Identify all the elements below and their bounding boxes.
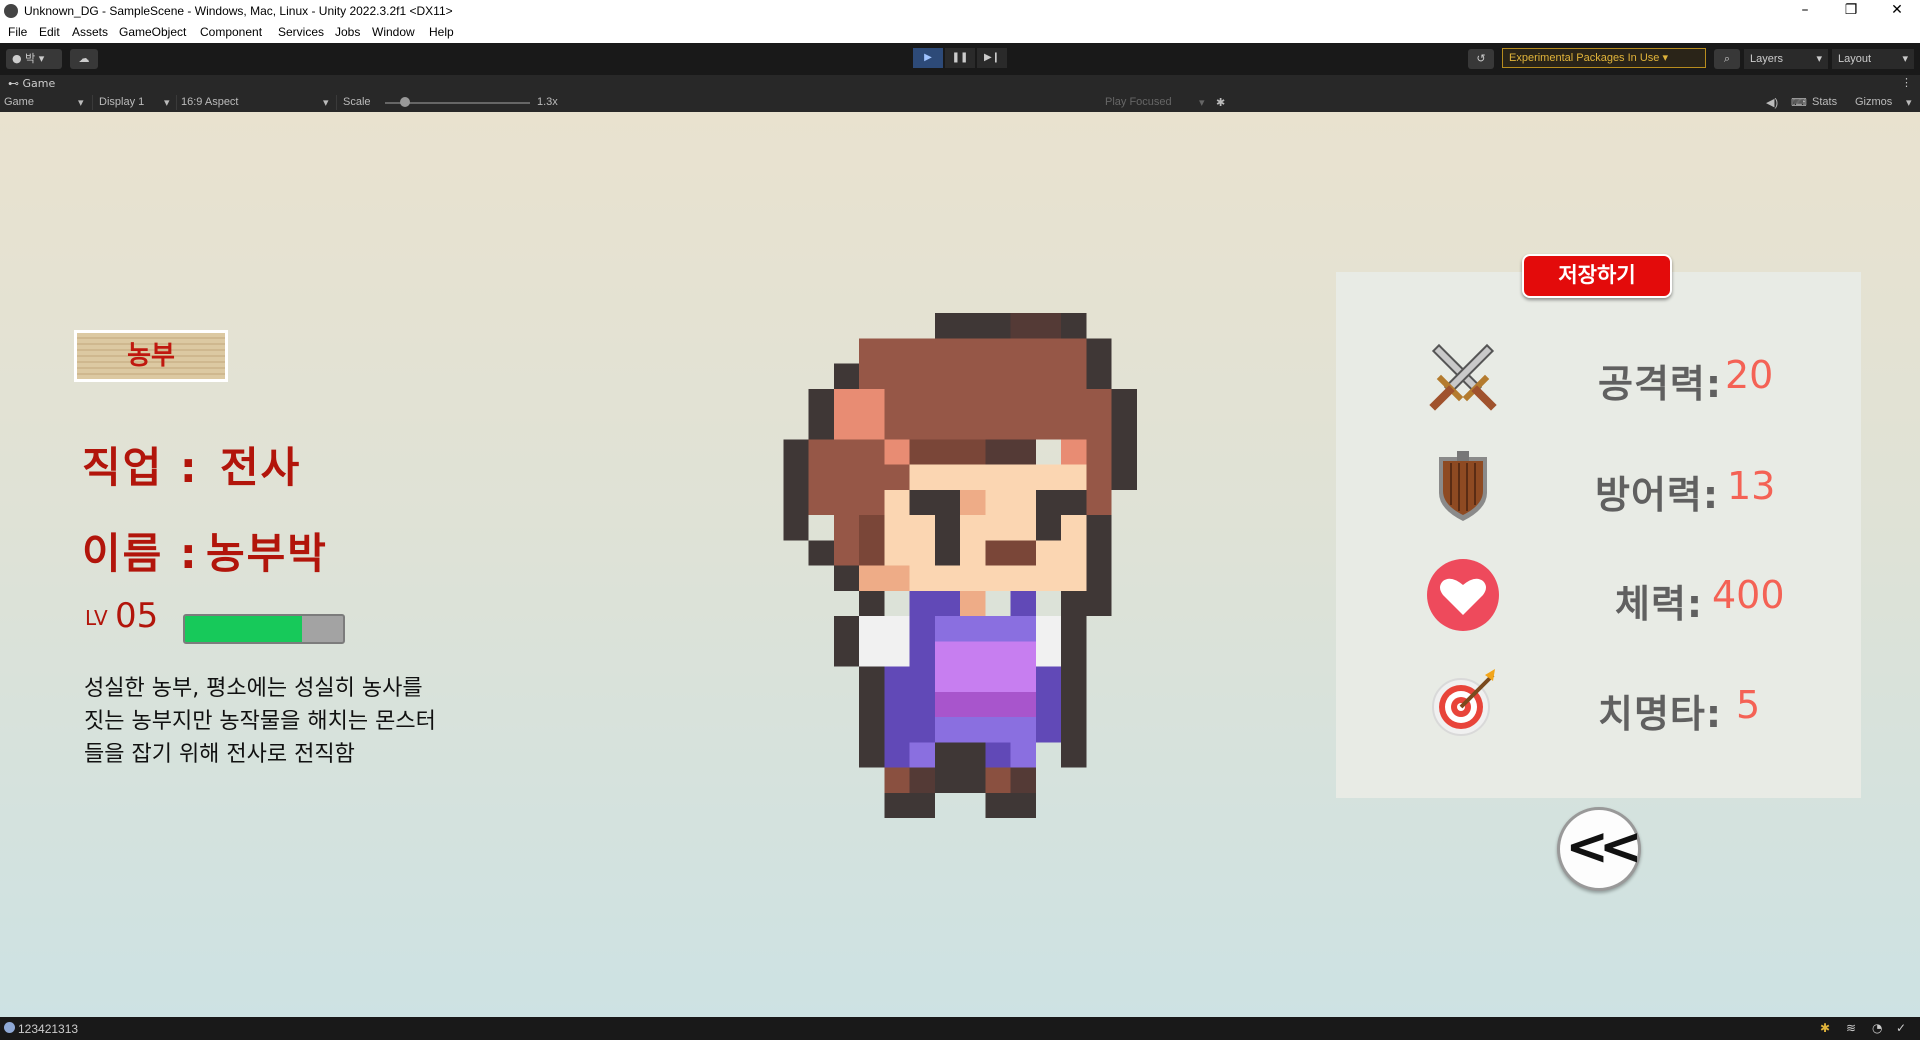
menu-bar: File Edit Assets GameObject Component Se… xyxy=(0,22,1920,43)
menu-services[interactable]: Services xyxy=(278,25,324,39)
crit-value: 5 xyxy=(1736,683,1761,727)
divider xyxy=(176,95,177,110)
game-view-toolbar: Game ▾ Display 1 ▾ 16:9 Aspect ▾ Scale 1… xyxy=(0,93,1920,112)
experience-bar xyxy=(183,614,345,644)
menu-component[interactable]: Component xyxy=(200,25,262,39)
display-dropdown[interactable]: Display 1 xyxy=(99,96,144,108)
attack-value: 20 xyxy=(1725,353,1774,397)
history-button[interactable]: ↺ xyxy=(1468,49,1494,69)
stats-button[interactable]: Stats xyxy=(1812,96,1837,108)
search-button[interactable]: ⌕ xyxy=(1714,49,1740,69)
back-button[interactable]: << xyxy=(1557,807,1643,891)
menu-file[interactable]: File xyxy=(8,25,27,39)
crit-label: 치명타: xyxy=(1598,692,1723,736)
game-view: 농부 직업 : 전사 이름 : 농부박 LV 05 성실한 농부, 평소에는 성… xyxy=(0,112,1920,1017)
chevron-down-icon: ▾ xyxy=(323,97,329,109)
chevron-down-icon: ▾ xyxy=(1816,53,1822,65)
keyboard-icon[interactable]: ⌨ xyxy=(1791,96,1807,109)
bug-icon[interactable]: ✱ xyxy=(1820,1021,1830,1035)
attack-label: 공격력: xyxy=(1598,362,1723,406)
window-title-bar: Unknown_DG - SampleScene - Windows, Mac,… xyxy=(0,0,1920,22)
hp-label: 체력: xyxy=(1615,582,1704,626)
defense-label: 방어력: xyxy=(1595,473,1720,517)
job-label: 직업 : xyxy=(82,443,199,492)
character-description: 성실한 농부, 평소에는 성실히 농사를 짓는 농부지만 농작물을 해치는 몬스… xyxy=(84,676,436,767)
tab-game-label: Game xyxy=(22,77,56,90)
tab-game[interactable]: ⊷ Game xyxy=(8,77,55,90)
console-message[interactable]: 123421313 xyxy=(18,1022,78,1036)
account-label: 박 xyxy=(25,52,36,65)
status-bar: 123421313 ✱ ≋ ◔ ✓ xyxy=(0,1017,1920,1040)
experience-bar-fill xyxy=(185,616,302,642)
name-label: 이름 : xyxy=(82,529,199,578)
layers-icon[interactable]: ≋ xyxy=(1846,1021,1856,1035)
main-toolbar: ● 박 ▾ ☁ ▶ ❚❚ ▶❙ ↺ Experimental Packages … xyxy=(0,43,1920,75)
scale-slider-handle[interactable] xyxy=(400,97,410,107)
layout-dropdown[interactable]: Layout ▾ xyxy=(1832,49,1914,69)
play-icon: ▶ xyxy=(924,52,932,63)
maximize-button[interactable]: ❐ xyxy=(1828,0,1874,22)
scale-label: Scale xyxy=(343,96,371,108)
job-value: 전사 xyxy=(220,443,302,492)
hp-value: 400 xyxy=(1712,573,1785,617)
layout-label: Layout xyxy=(1838,53,1872,65)
game-tab-header: ⊷ Game ⋮ xyxy=(0,75,1920,93)
menu-edit[interactable]: Edit xyxy=(39,25,60,39)
layers-dropdown[interactable]: Layers ▾ xyxy=(1744,49,1828,69)
window-title: Unknown_DG - SampleScene - Windows, Mac,… xyxy=(24,4,453,18)
play-button[interactable]: ▶ xyxy=(913,48,943,68)
character-sprite xyxy=(783,313,1137,818)
gizmos-dropdown[interactable]: Gizmos xyxy=(1855,96,1892,108)
search-icon: ⌕ xyxy=(1723,52,1731,65)
level-prefix: LV xyxy=(85,606,108,630)
unity-logo-icon xyxy=(4,4,18,18)
target-icon xyxy=(1432,669,1495,736)
menu-help[interactable]: Help xyxy=(429,25,454,39)
defense-value: 13 xyxy=(1727,464,1776,508)
speaker-icon[interactable]: ◀) xyxy=(1766,96,1778,109)
menu-gameobject[interactable]: GameObject xyxy=(119,25,186,39)
crossed-swords-icon xyxy=(1429,343,1497,411)
experimental-label: Experimental Packages In Use xyxy=(1509,52,1660,64)
chevron-down-icon: ▾ xyxy=(164,97,170,109)
bell-icon[interactable]: ◔ xyxy=(1872,1021,1882,1035)
play-focused-dropdown[interactable]: Play Focused xyxy=(1105,96,1172,108)
history-icon: ↺ xyxy=(1476,52,1486,65)
chevron-down-icon: ▾ xyxy=(1906,97,1912,109)
chevron-down-icon: ▾ xyxy=(1902,53,1908,65)
menu-jobs[interactable]: Jobs xyxy=(335,25,360,39)
pause-button[interactable]: ❚❚ xyxy=(945,48,975,68)
info-icon xyxy=(4,1022,15,1033)
step-button[interactable]: ▶❙ xyxy=(977,48,1007,68)
chevron-down-icon: ▾ xyxy=(1199,97,1205,109)
check-icon[interactable]: ✓ xyxy=(1896,1021,1906,1035)
close-button[interactable]: ✕ xyxy=(1874,0,1920,22)
menu-assets[interactable]: Assets xyxy=(72,25,108,39)
save-button[interactable]: 저장하기 xyxy=(1522,254,1672,298)
step-icon: ▶❙ xyxy=(983,52,1001,63)
level-value: 05 xyxy=(115,596,159,636)
menu-window[interactable]: Window xyxy=(372,25,415,39)
bug-icon[interactable]: ✱ xyxy=(1216,96,1225,109)
heart-icon xyxy=(1427,559,1499,631)
layers-label: Layers xyxy=(1750,53,1784,65)
name-value: 농부박 xyxy=(206,529,328,578)
more-options-icon[interactable]: ⋮ xyxy=(1901,76,1912,89)
wooden-shield-icon xyxy=(1439,451,1487,521)
account-icon: ● xyxy=(12,52,22,65)
divider xyxy=(336,95,337,110)
job-badge: 농부 xyxy=(74,330,228,382)
pause-icon: ❚❚ xyxy=(951,52,969,63)
chevron-down-icon: ▾ xyxy=(78,97,84,109)
minimize-button[interactable]: – xyxy=(1782,0,1828,22)
cloud-icon[interactable]: ☁ xyxy=(70,49,98,69)
experimental-packages-dropdown[interactable]: Experimental Packages In Use ▾ xyxy=(1502,48,1706,68)
account-button[interactable]: ● 박 ▾ xyxy=(6,49,62,69)
view-mode-dropdown[interactable]: Game xyxy=(4,96,34,108)
scale-value: 1.3x xyxy=(537,96,558,108)
aspect-dropdown[interactable]: 16:9 Aspect xyxy=(181,96,239,108)
divider xyxy=(92,95,93,110)
